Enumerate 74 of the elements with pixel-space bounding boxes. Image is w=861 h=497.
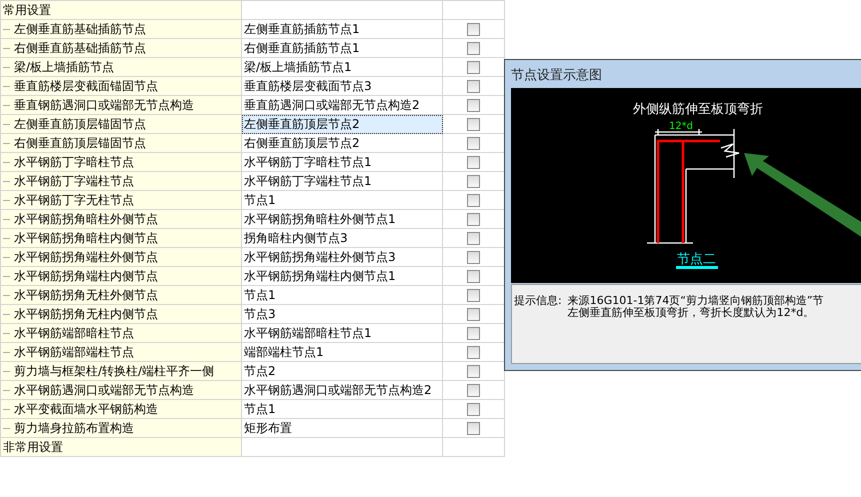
setting-value[interactable]: 左侧垂直筋顶层节点2 — [242, 114, 442, 134]
checkbox[interactable] — [467, 118, 480, 131]
info-label: 提示信息: — [514, 295, 562, 309]
dimension-label: 12*d — [668, 121, 694, 132]
info-text: 来源16G101-1第74页“剪力墙竖向钢筋顶部构造”节 — [568, 295, 824, 307]
setting-name: 剪力墙身拉筋布置构造 — [14, 420, 134, 434]
node-label: 节点二 — [676, 252, 718, 269]
dialog-title: 节点设置示意图 — [511, 67, 603, 85]
setting-name: 左侧垂直筋顶层锚固节点 — [14, 116, 146, 130]
setting-name: 左侧垂直筋基础插筋节点 — [14, 22, 146, 36]
info-text: 左侧垂直筋伸至板顶弯折，弯折长度默认为12*d。 — [568, 307, 816, 319]
setting-value[interactable]: 水平钢筋端部暗柱节点1 — [242, 324, 442, 342]
setting-value[interactable]: 梁/板上墙插筋节点1 — [242, 58, 442, 76]
setting-name: 右侧垂直筋基础插筋节点 — [14, 40, 146, 54]
checkbox[interactable] — [467, 60, 480, 74]
setting-value[interactable]: 节点1 — [242, 286, 442, 304]
checkbox[interactable] — [467, 384, 480, 397]
setting-value[interactable]: 节点2 — [242, 362, 442, 380]
checkbox[interactable] — [467, 364, 480, 378]
setting-name: 水平钢筋拐角暗柱外侧节点 — [14, 212, 158, 226]
checkbox[interactable] — [467, 270, 480, 283]
setting-name: 水平钢筋端部端柱节点 — [14, 344, 134, 358]
setting-name: 水平钢筋拐角端柱内侧节点 — [14, 268, 158, 282]
checkbox[interactable] — [467, 308, 480, 321]
setting-value[interactable]: 水平钢筋拐角端柱外侧节点3 — [242, 248, 442, 266]
checkbox[interactable] — [467, 156, 480, 169]
setting-value[interactable]: 水平钢筋拐角端柱内侧节点1 — [242, 266, 442, 286]
setting-name: 水平钢筋拐角无柱内侧节点 — [14, 306, 158, 320]
setting-name: 剪力墙与框架柱/转换柱/端柱平齐一侧 — [14, 364, 214, 378]
setting-value[interactable]: 水平钢筋丁字端柱节点1 — [242, 172, 442, 190]
checkbox[interactable] — [467, 136, 480, 150]
checkbox[interactable] — [467, 98, 480, 112]
checkbox[interactable] — [467, 80, 480, 93]
checkbox[interactable] — [467, 42, 480, 55]
setting-value[interactable]: 水平钢筋遇洞口或端部无节点构造2 — [242, 380, 442, 400]
checkbox[interactable] — [467, 174, 480, 188]
setting-name: 水平变截面墙水平钢筋构造 — [14, 402, 158, 416]
setting-value[interactable]: 拐角暗柱内侧节点3 — [242, 228, 442, 248]
checkbox[interactable] — [467, 402, 480, 416]
checkbox[interactable] — [467, 194, 480, 207]
checkbox[interactable] — [467, 22, 480, 36]
setting-name: 水平钢筋丁字端柱节点 — [14, 174, 134, 188]
setting-value[interactable]: 水平钢筋丁字暗柱节点1 — [242, 152, 442, 172]
checkbox[interactable] — [467, 326, 480, 340]
setting-name: 水平钢筋拐角端柱外侧节点 — [14, 250, 158, 264]
setting-name: 垂直钢筋遇洞口或端部无节点构造 — [14, 98, 194, 112]
setting-name: 水平钢筋遇洞口或端部无节点构造 — [14, 382, 194, 396]
setting-value[interactable]: 节点1 — [242, 190, 442, 210]
setting-value[interactable]: 端部端柱节点1 — [242, 342, 442, 362]
setting-name: 右侧垂直筋顶层锚固节点 — [14, 136, 146, 150]
checkbox[interactable] — [467, 346, 480, 359]
setting-value[interactable]: 右侧垂直筋插筋节点1 — [242, 38, 442, 58]
setting-name: 梁/板上墙插筋节点 — [14, 60, 114, 74]
setting-name: 水平钢筋丁字无柱节点 — [14, 192, 134, 206]
setting-value[interactable]: 节点3 — [242, 304, 442, 324]
checkbox[interactable] — [467, 422, 480, 435]
setting-name: 水平钢筋拐角暗柱内侧节点 — [14, 230, 158, 244]
setting-value[interactable]: 矩形布置 — [242, 418, 442, 438]
setting-name: 水平钢筋丁字暗柱节点 — [14, 154, 134, 168]
checkbox[interactable] — [467, 250, 480, 264]
setting-value[interactable]: 左侧垂直筋插筋节点1 — [242, 20, 442, 38]
checkbox[interactable] — [467, 232, 480, 245]
setting-value[interactable]: 节点1 — [242, 400, 442, 418]
setting-name: 垂直筋楼层变截面锚固节点 — [14, 78, 158, 92]
setting-name: 水平钢筋拐角无柱外侧节点 — [14, 288, 158, 302]
diagram-caption: 外侧纵筋伸至板顶弯折 — [633, 102, 763, 117]
setting-value[interactable]: 右侧垂直筋顶层节点2 — [242, 134, 442, 152]
setting-name: 水平钢筋端部暗柱节点 — [14, 326, 134, 340]
checkbox[interactable] — [467, 212, 480, 226]
checkbox[interactable] — [467, 288, 480, 302]
group-header[interactable]: 非常用设置 — [0, 438, 242, 456]
setting-value[interactable]: 垂直筋楼层变截面节点3 — [242, 76, 442, 96]
group-header[interactable]: 常用设置 — [0, 0, 242, 20]
setting-value[interactable]: 水平钢筋拐角暗柱外侧节点1 — [242, 210, 442, 228]
